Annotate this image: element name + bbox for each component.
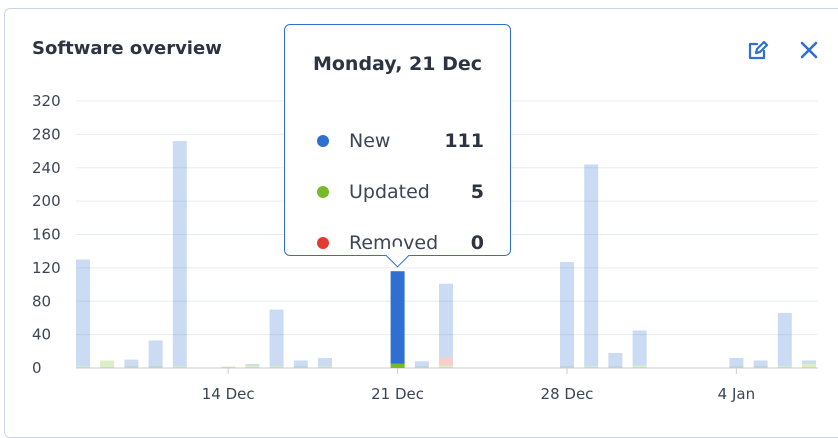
bar-new: [608, 352, 623, 368]
bar-new: [124, 359, 139, 368]
bar-updated: [802, 363, 816, 368]
tooltip-value: 0: [470, 232, 484, 254]
bar-new: [584, 164, 599, 367]
bar-removed: [439, 357, 453, 366]
tooltip-date: Monday, 21 Dec: [312, 53, 483, 75]
x-tick-label: 4 Jan: [718, 385, 755, 403]
bar-new: [172, 141, 187, 367]
bar-new: [802, 360, 816, 364]
legend-dot-new: [317, 135, 329, 147]
bar-updated: [584, 366, 599, 368]
tooltip-value: 5: [470, 181, 484, 203]
bar-updated: [100, 360, 115, 368]
bar-new: [632, 330, 647, 366]
bar-new: [729, 357, 744, 368]
tooltip-value: 111: [444, 130, 484, 152]
bar-updated: [269, 366, 284, 368]
bar-updated: [439, 365, 453, 368]
bar-updated: [632, 365, 647, 368]
x-tick-label: 21 Dec: [371, 385, 424, 403]
bar-new: [76, 259, 90, 367]
y-tick-label: 320: [32, 92, 61, 110]
bar-new: [293, 360, 308, 368]
bar-updated: [777, 366, 792, 368]
bar-new: [245, 363, 260, 366]
y-tick-label: 40: [32, 326, 51, 344]
bar-new: [777, 312, 792, 367]
x-tick-label: 28 Dec: [541, 385, 594, 403]
legend-dot-updated: [317, 186, 329, 198]
bar-updated: [221, 366, 236, 368]
bar-new: [318, 357, 332, 367]
y-tick-label: 200: [32, 192, 61, 210]
tooltip-row-new: New 111: [317, 128, 484, 154]
tooltip-label: Removed: [349, 232, 439, 254]
chart-tooltip: Monday, 21 Dec New 111 Updated 5 Removed…: [284, 24, 511, 268]
x-tick-label: 14 Dec: [202, 385, 255, 403]
y-tick-label: 0: [32, 359, 42, 377]
y-tick-label: 80: [32, 292, 51, 310]
edit-icon: [748, 40, 769, 60]
y-tick-label: 160: [32, 226, 61, 244]
tooltip-label: Updated: [349, 181, 430, 203]
bar-new: [148, 340, 163, 368]
bar-updated: [172, 366, 187, 368]
tooltip-label: New: [349, 130, 391, 152]
y-tick-label: 240: [32, 159, 61, 177]
bar-updated: [318, 366, 332, 368]
y-tick-label: 280: [32, 125, 61, 143]
y-tick-label: 120: [32, 259, 61, 277]
legend-dot-removed: [317, 237, 329, 249]
bar-new: [439, 283, 453, 358]
bar-new: [269, 309, 284, 367]
bar-updated: [76, 366, 90, 368]
close-icon: [800, 41, 818, 59]
close-button[interactable]: [795, 36, 823, 64]
edit-button[interactable]: [744, 36, 772, 64]
tooltip-row-updated: Updated 5: [317, 179, 484, 205]
bar-new: [753, 360, 768, 368]
bar-new: [560, 262, 574, 368]
bar-new: [390, 271, 405, 364]
widget-title: Software overview: [32, 38, 222, 59]
bar-updated: [390, 363, 405, 368]
bar-new: [414, 361, 429, 368]
bar-updated: [245, 365, 260, 368]
